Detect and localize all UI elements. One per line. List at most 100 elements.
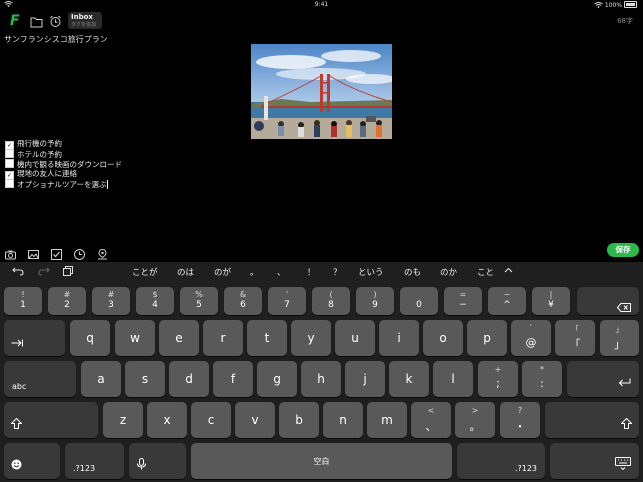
key[interactable]: l xyxy=(433,361,473,397)
checklist-item-text: 現地の友人に連絡 xyxy=(17,169,77,178)
key[interactable]: +; xyxy=(478,361,518,397)
key[interactable]: q xyxy=(70,320,110,356)
candidate-word[interactable]: のは xyxy=(177,266,194,278)
candidate-word[interactable]: のか xyxy=(440,266,457,278)
candidate-word[interactable]: ことが xyxy=(132,266,158,278)
key[interactable]: p xyxy=(467,320,507,356)
space-key[interactable]: 空白 xyxy=(191,443,452,479)
key[interactable]: s xyxy=(125,361,165,397)
key[interactable]: k xyxy=(389,361,429,397)
key[interactable]: d xyxy=(169,361,209,397)
save-button[interactable]: 保存 xyxy=(607,243,639,257)
checkbox-icon[interactable] xyxy=(51,245,62,260)
shift-key-right[interactable] xyxy=(545,402,639,438)
key[interactable]: m xyxy=(367,402,407,438)
note-title[interactable]: サンフランシスコ旅行プラン xyxy=(4,34,108,45)
candidate-word[interactable]: 。 xyxy=(250,266,259,278)
key[interactable]: i xyxy=(379,320,419,356)
golden-gate-photo[interactable] xyxy=(251,44,392,139)
key[interactable]: o xyxy=(423,320,463,356)
paste-icon[interactable] xyxy=(63,266,73,279)
hide-keyboard-key[interactable] xyxy=(550,443,639,479)
key[interactable]: & 6 xyxy=(224,287,262,315)
character-count: 68字 xyxy=(617,17,633,25)
location-pin-icon[interactable] xyxy=(97,245,108,260)
key[interactable]: n xyxy=(323,402,363,438)
key[interactable]: g xyxy=(257,361,297,397)
key[interactable]: >。 xyxy=(455,402,495,438)
alarm-clock-icon[interactable] xyxy=(49,13,63,27)
key[interactable]: x xyxy=(147,402,187,438)
key[interactable]: e xyxy=(159,320,199,356)
folder-icon[interactable] xyxy=(30,13,44,28)
key[interactable]: ` @ xyxy=(511,320,551,356)
candidate-word[interactable]: のも xyxy=(404,266,421,278)
chevron-up-icon[interactable] xyxy=(504,266,513,278)
abc-key[interactable]: abc xyxy=(4,361,76,397)
key[interactable]: ! 1 xyxy=(4,287,42,315)
key[interactable]: h xyxy=(301,361,341,397)
checkbox-unchecked[interactable] xyxy=(5,149,14,158)
candidate-word[interactable]: 、 xyxy=(277,266,286,278)
candidate-word[interactable]: という xyxy=(358,266,384,278)
checklist-item-text: ホテルの予約 xyxy=(17,150,62,159)
candidate-word[interactable]: ！ xyxy=(307,266,316,278)
checklist-item[interactable]: ホテルの予約 xyxy=(5,149,62,159)
candidate-word[interactable]: のが xyxy=(214,266,231,278)
clock-icon[interactable] xyxy=(74,245,85,260)
key[interactable]: v xyxy=(235,402,275,438)
key[interactable]: 0 xyxy=(400,287,438,315)
delete-key[interactable] xyxy=(577,287,639,315)
add-tag-label: タグを追加 xyxy=(71,22,97,28)
key[interactable]: (8 xyxy=(312,287,350,315)
key[interactable]: ) 9 xyxy=(356,287,394,315)
key[interactable]: r xyxy=(203,320,243,356)
key[interactable]: $4 xyxy=(136,287,174,315)
return-key[interactable] xyxy=(567,361,639,397)
key[interactable]: a xyxy=(81,361,121,397)
dictation-key[interactable] xyxy=(129,443,186,479)
tab-key[interactable] xyxy=(4,320,65,356)
key[interactable]: b xyxy=(279,402,319,438)
key[interactable]: <、 xyxy=(411,402,451,438)
key[interactable]: ' 7 xyxy=(268,287,306,315)
key[interactable]: c xyxy=(191,402,231,438)
image-icon[interactable] xyxy=(28,245,39,259)
app-logo[interactable]: F xyxy=(10,13,20,29)
key[interactable]: z xyxy=(103,402,143,438)
checkbox-unchecked[interactable] xyxy=(5,179,14,188)
checklist-item[interactable]: オプショナルツアーを選ぶ xyxy=(5,179,108,189)
checklist-item[interactable]: ✓ 飛行機の予約 xyxy=(5,139,62,150)
checklist-item[interactable]: ✓ 現地の友人に連絡 xyxy=(5,169,77,180)
redo-icon[interactable] xyxy=(38,266,50,279)
key[interactable]: ? ・ xyxy=(500,402,540,438)
key[interactable]: 「「 xyxy=(555,320,595,356)
key[interactable]: 」」 xyxy=(600,320,639,356)
candidate-word[interactable]: こと xyxy=(477,266,494,278)
inbox-label: Inbox xyxy=(71,13,93,21)
key[interactable]: w xyxy=(115,320,155,356)
key[interactable]: y xyxy=(291,320,331,356)
key[interactable]: = − xyxy=(444,287,482,315)
key[interactable]: % 5 xyxy=(180,287,218,315)
inbox-tag-button[interactable]: Inbox タグを追加 xyxy=(68,12,102,29)
return-icon xyxy=(618,372,631,391)
key[interactable]: *: xyxy=(522,361,562,397)
key[interactable]: t xyxy=(247,320,287,356)
shift-key-left[interactable] xyxy=(4,402,98,438)
key[interactable]: #3 xyxy=(92,287,130,315)
undo-icon[interactable] xyxy=(12,266,24,279)
key[interactable]: #2 xyxy=(48,287,86,315)
candidate-word[interactable]: ？ xyxy=(333,266,342,278)
numbers-key-right[interactable]: .?123 xyxy=(457,443,545,479)
emoji-key[interactable] xyxy=(4,443,60,479)
key[interactable]: j xyxy=(345,361,385,397)
checklist-item[interactable]: 機内で観る映画のダウンロード xyxy=(5,159,122,169)
key[interactable]: f xyxy=(213,361,253,397)
checkbox-unchecked[interactable] xyxy=(5,159,14,168)
key[interactable]: | ¥ xyxy=(532,287,570,315)
key[interactable]: ~ ^ xyxy=(488,287,526,315)
numbers-key-left[interactable]: .?123 xyxy=(65,443,124,479)
key[interactable]: u xyxy=(335,320,375,356)
camera-icon[interactable] xyxy=(5,245,16,260)
